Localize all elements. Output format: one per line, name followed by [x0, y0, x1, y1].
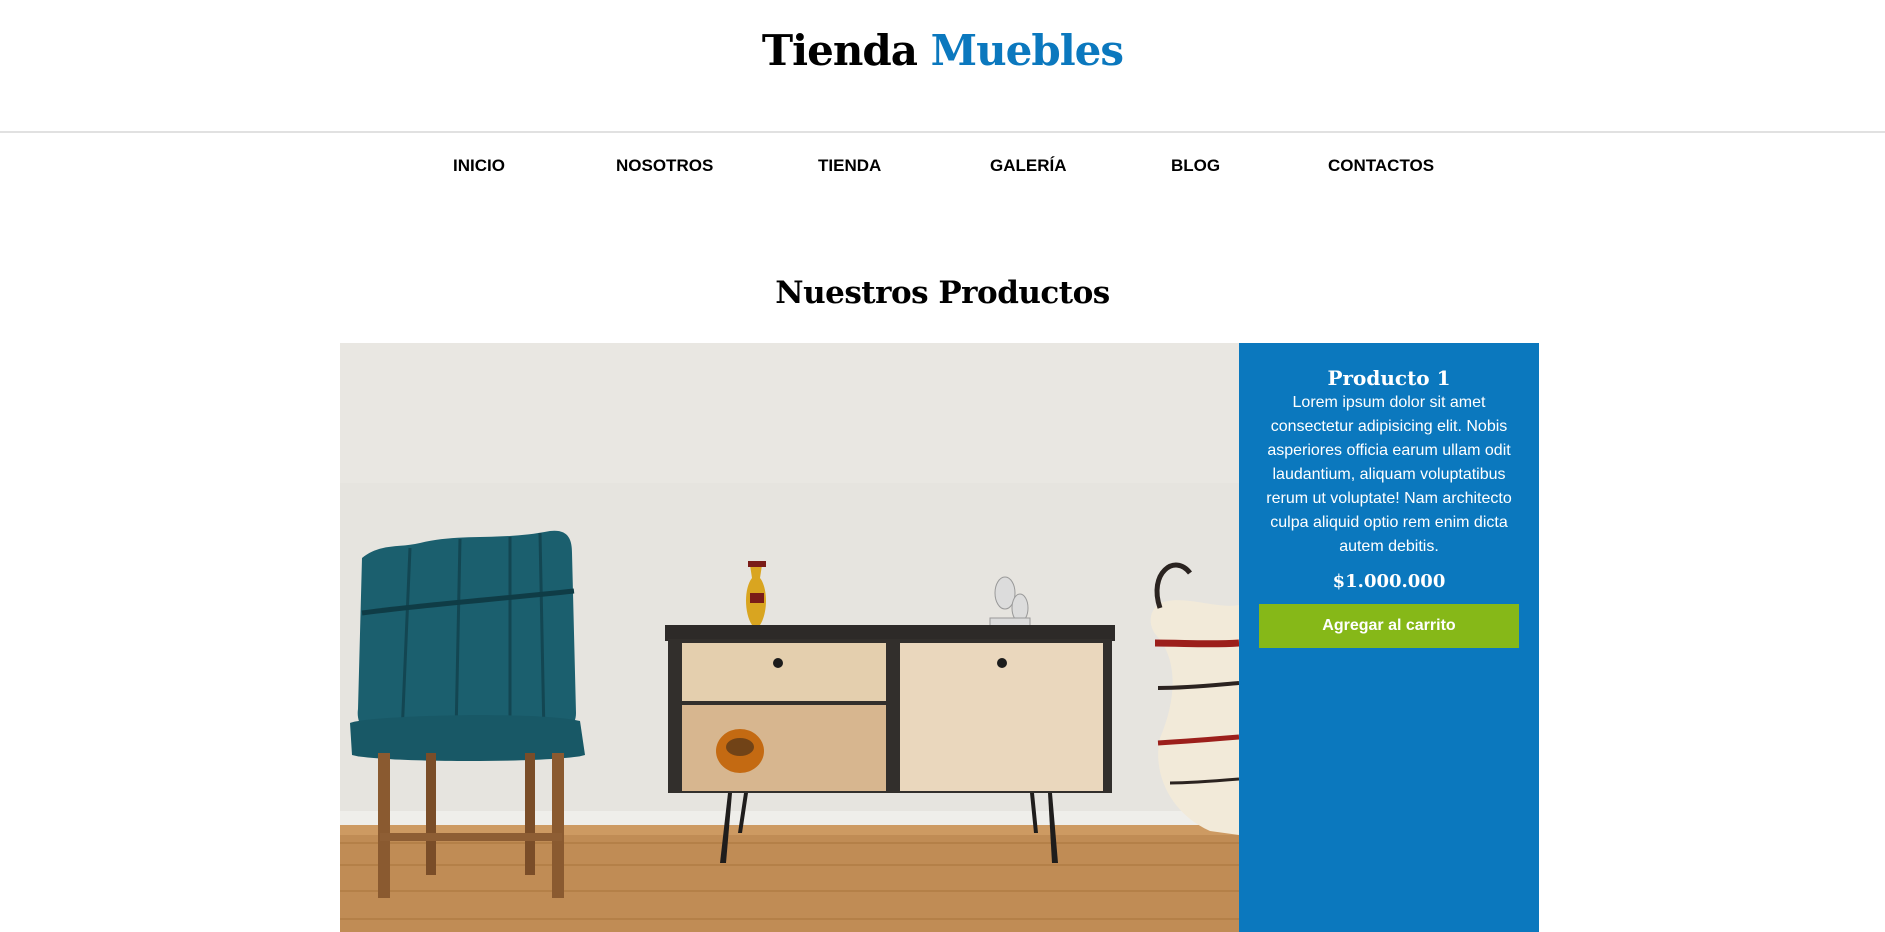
product-image [340, 343, 1239, 932]
product-price: $1.000.000 [1332, 571, 1446, 592]
site-header: Tienda Muebles [0, 0, 1885, 133]
product-description: Lorem ipsum dolor sit amet consectetur a… [1266, 394, 1512, 555]
nav-link-inicio[interactable]: INICIO [453, 156, 505, 176]
site-logo[interactable]: Tienda Muebles [0, 26, 1885, 75]
nav-link-nosotros[interactable]: NOSOTROS [616, 156, 713, 176]
nav-link-contactos[interactable]: CONTACTOS [1328, 156, 1434, 176]
nav-link-blog[interactable]: BLOG [1171, 156, 1220, 176]
add-to-cart-button[interactable]: Agregar al carrito [1259, 604, 1519, 648]
product-card: Producto 1 Lorem ipsum dolor sit amet co… [340, 343, 1539, 932]
nav-link-tienda[interactable]: TIENDA [818, 156, 881, 176]
logo-text-main: Tienda [761, 26, 918, 75]
nav-link-galeria[interactable]: GALERÍA [990, 156, 1067, 176]
main-navigation: INICIO NOSOTROS TIENDA GALERÍA BLOG CONT… [0, 150, 1885, 180]
products-section-title: Nuestros Productos [775, 275, 1110, 311]
logo-text-accent: Muebles [930, 26, 1124, 75]
product-name: Producto 1 [1327, 366, 1451, 390]
product-info-panel: Producto 1 Lorem ipsum dolor sit amet co… [1239, 343, 1539, 932]
furniture-photo [340, 343, 1239, 932]
